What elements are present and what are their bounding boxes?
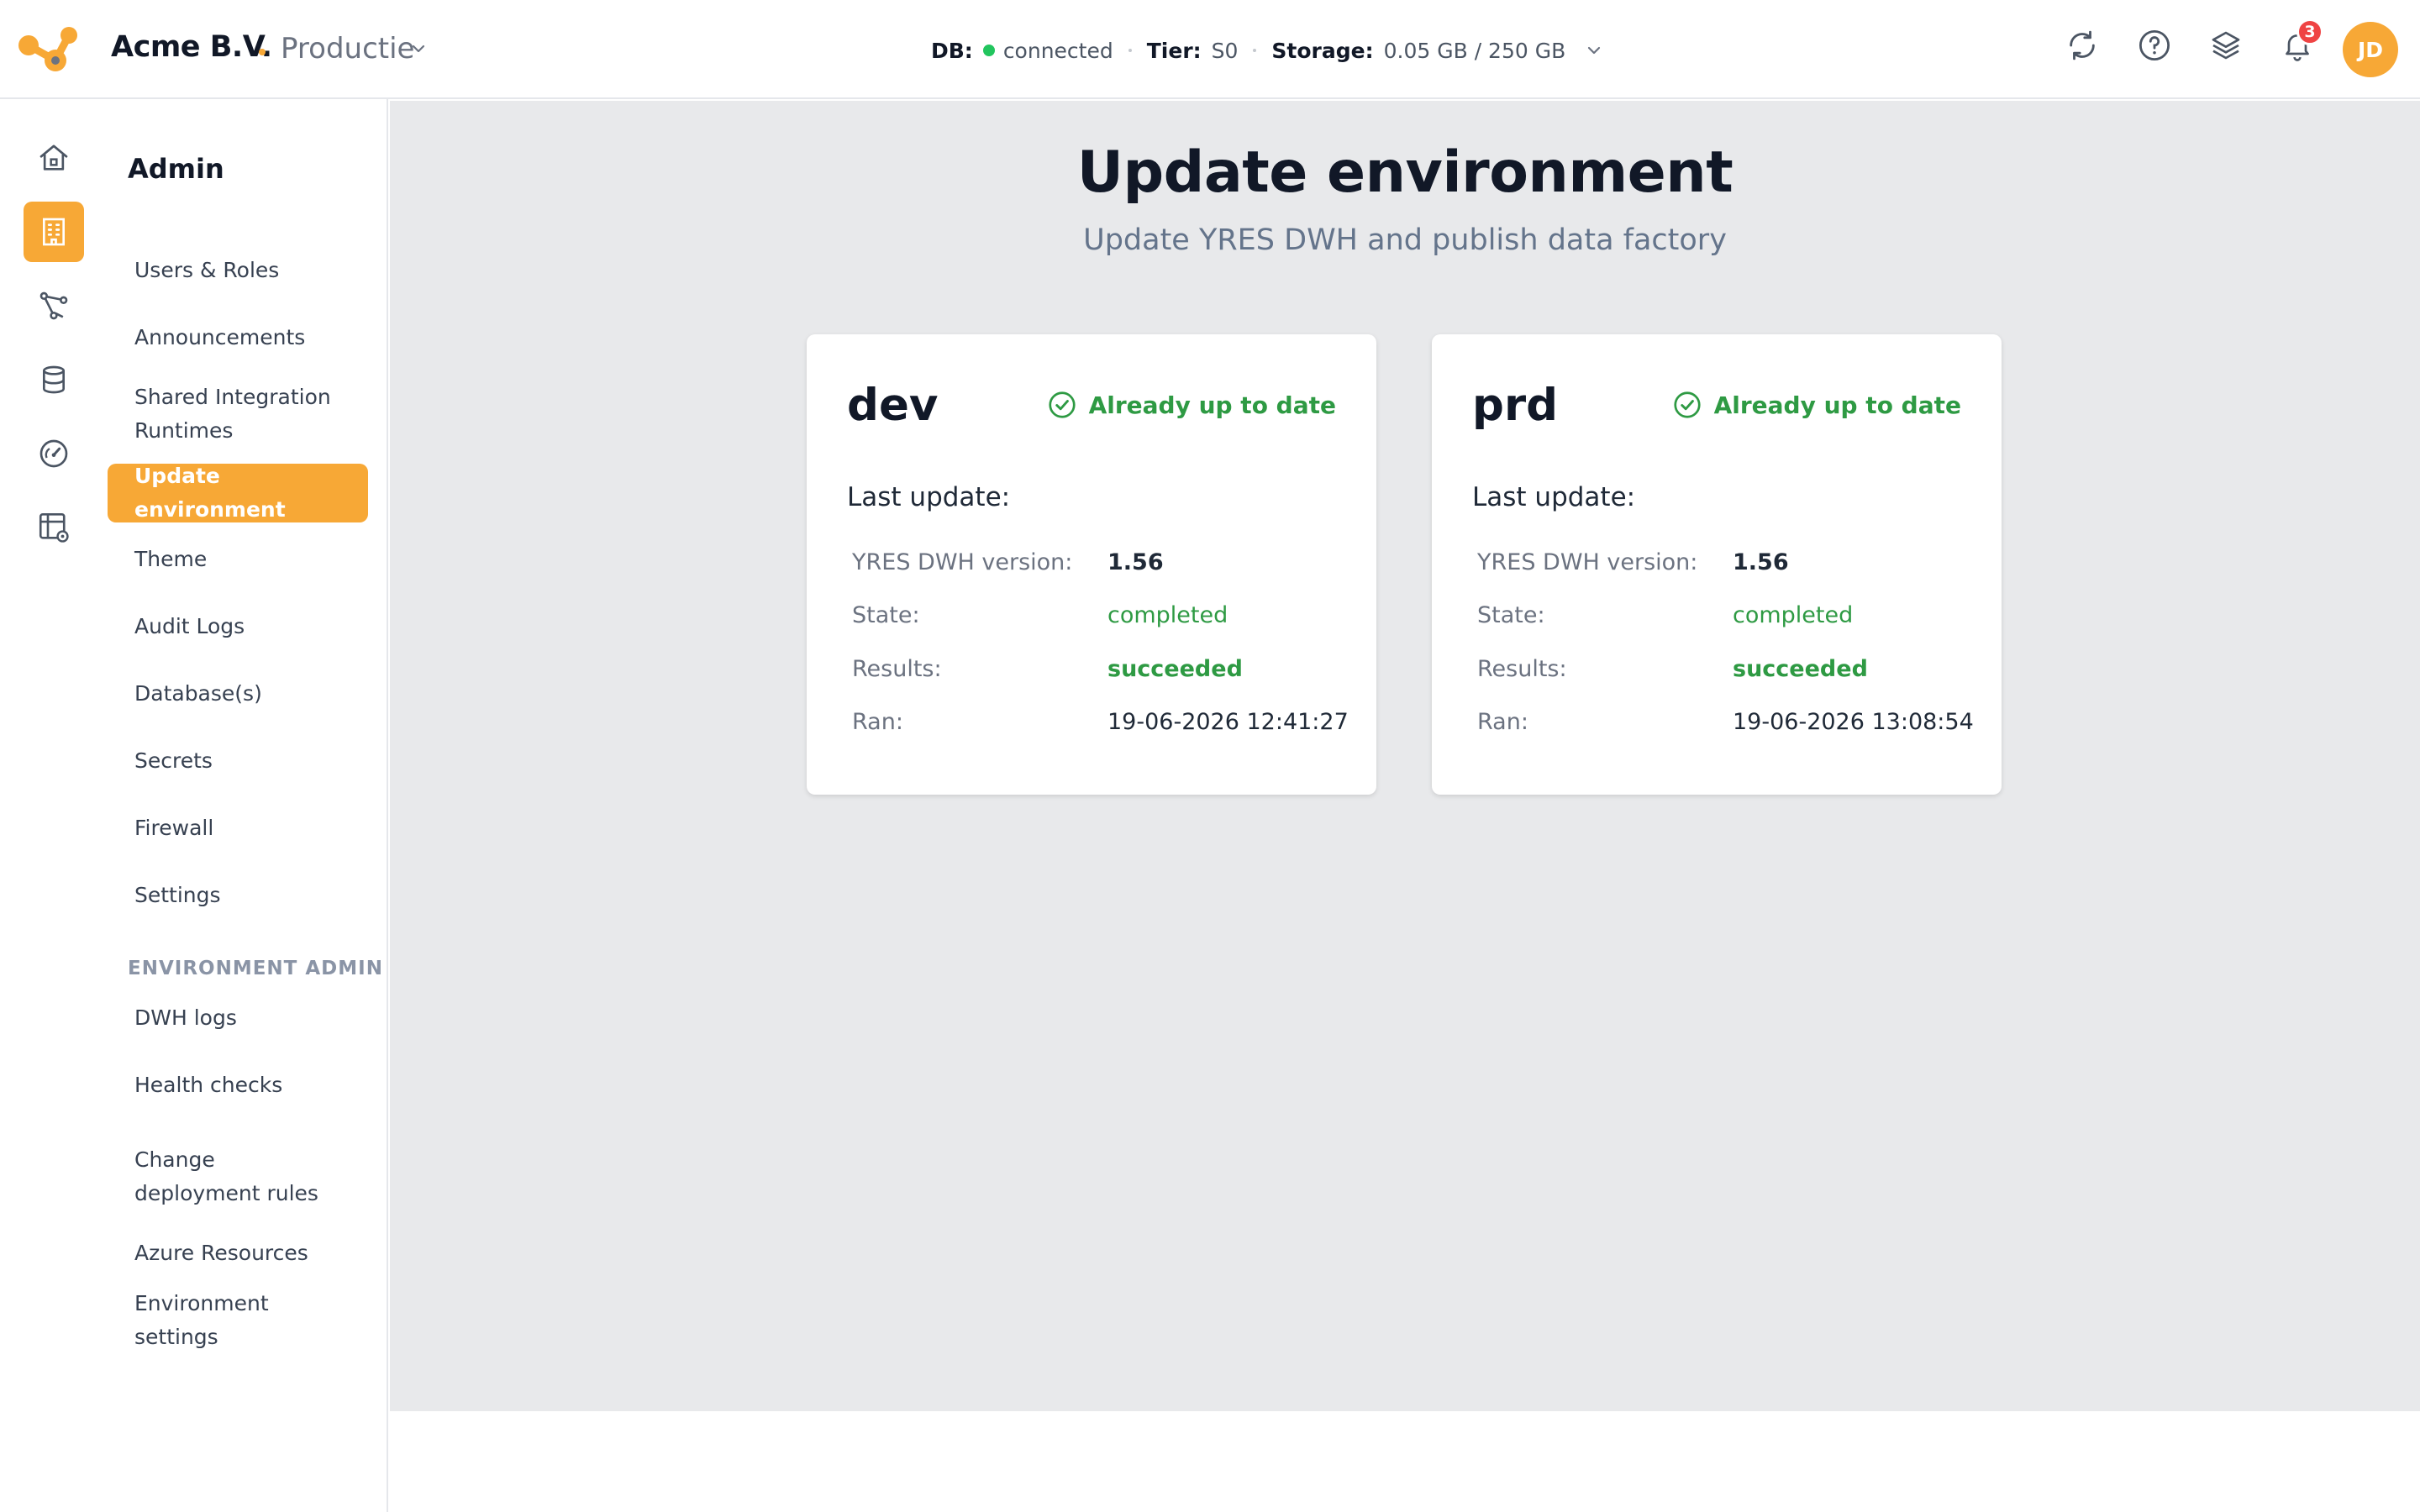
results-row: Results: succeeded bbox=[852, 656, 1356, 682]
results-value: succeeded bbox=[1107, 656, 1243, 682]
results-row: Results: succeeded bbox=[1477, 656, 1981, 682]
page-title: Update environment bbox=[1076, 139, 1733, 206]
sidebar-item-environment-settings[interactable]: Environment settings bbox=[108, 1291, 368, 1349]
ran-label: Ran: bbox=[1477, 709, 1528, 735]
building-icon bbox=[43, 218, 65, 246]
database-icon bbox=[43, 365, 65, 394]
icon-rail bbox=[0, 99, 108, 1512]
version-label: YRES DWH version: bbox=[852, 549, 1073, 575]
table-settings-icon bbox=[39, 512, 69, 543]
user-avatar[interactable]: JD bbox=[2343, 22, 2398, 77]
sidebar-item-firewall[interactable]: Firewall bbox=[108, 800, 368, 857]
sidebar-section-heading: ENVIRONMENT ADMIN bbox=[128, 958, 383, 979]
refresh-button[interactable] bbox=[2064, 27, 2101, 64]
rail-item-database[interactable] bbox=[24, 349, 84, 410]
update-status-text: Already up to date bbox=[1713, 391, 1961, 419]
results-value: succeeded bbox=[1733, 656, 1868, 682]
sidebar-item-audit-logs[interactable]: Audit Logs bbox=[108, 598, 368, 655]
version-value: 1.56 bbox=[1107, 549, 1164, 575]
rail-item-monitoring[interactable] bbox=[24, 423, 84, 484]
rail-item-pipelines[interactable] bbox=[24, 276, 84, 336]
separator-dot bbox=[1128, 49, 1132, 52]
db-label: DB: bbox=[931, 38, 973, 63]
environment-card-dev: dev Already up to date Last update: YRES… bbox=[807, 334, 1376, 795]
state-label: State: bbox=[852, 602, 920, 628]
state-row: State: completed bbox=[852, 602, 1356, 628]
help-button[interactable] bbox=[2136, 27, 2173, 64]
state-value: completed bbox=[1733, 602, 1854, 628]
version-row: YRES DWH version: 1.56 bbox=[1477, 549, 1981, 575]
tier-label: Tier: bbox=[1146, 38, 1202, 63]
gauge-icon bbox=[39, 439, 68, 468]
update-status-text: Already up to date bbox=[1088, 391, 1336, 419]
separator-dot bbox=[1253, 49, 1257, 52]
tier-value: S0 bbox=[1211, 38, 1239, 63]
sidebar-item-users-roles[interactable]: Users & Roles bbox=[108, 242, 368, 299]
update-status: Already up to date bbox=[1672, 390, 1961, 420]
help-icon bbox=[2139, 29, 2170, 61]
storage-label: Storage: bbox=[1271, 38, 1374, 63]
organization-name: Acme B.V. bbox=[111, 30, 272, 64]
home-icon bbox=[39, 144, 68, 171]
sidebar-item-shared-integration-runtimes[interactable]: Shared Integration Runtimes bbox=[108, 375, 368, 454]
version-row: YRES DWH version: 1.56 bbox=[852, 549, 1356, 575]
ran-value: 19-06-2026 13:08:54 bbox=[1733, 709, 1974, 735]
separator-dot bbox=[259, 49, 266, 55]
pipeline-icon bbox=[39, 291, 68, 320]
rail-item-home[interactable] bbox=[24, 128, 84, 188]
ran-row: Ran: 19-06-2026 13:08:54 bbox=[1477, 709, 1981, 735]
chevron-down-icon[interactable] bbox=[1584, 40, 1604, 60]
ran-value: 19-06-2026 12:41:27 bbox=[1107, 709, 1349, 735]
last-update-label: Last update: bbox=[847, 482, 1011, 512]
rail-item-table-settings[interactable] bbox=[24, 497, 84, 558]
check-circle-icon bbox=[1048, 391, 1076, 418]
ran-label: Ran: bbox=[852, 709, 903, 735]
footer-area bbox=[390, 1411, 2420, 1512]
sidebar-item-change-deployment-rules[interactable]: Change deployment rules bbox=[108, 1137, 368, 1216]
sidebar-item-update-environment[interactable]: Update environment bbox=[108, 464, 368, 522]
sidebar-item-azure-resources[interactable]: Azure Resources bbox=[108, 1225, 368, 1282]
sidebar-item-announcements[interactable]: Announcements bbox=[108, 309, 368, 366]
ran-row: Ran: 19-06-2026 12:41:27 bbox=[852, 709, 1356, 735]
rail-item-admin[interactable] bbox=[24, 202, 84, 262]
state-label: State: bbox=[1477, 602, 1545, 628]
refresh-icon bbox=[2070, 30, 2095, 60]
results-label: Results: bbox=[852, 656, 942, 682]
sidebar-item-dwh-logs[interactable]: DWH logs bbox=[108, 990, 368, 1047]
sidebar-item-settings[interactable]: Settings bbox=[108, 867, 368, 924]
environment-name: prd bbox=[1472, 380, 1559, 431]
main-content: Update environment Update YRES DWH and p… bbox=[390, 101, 2420, 1411]
check-circle-icon bbox=[1673, 391, 1701, 418]
update-status: Already up to date bbox=[1047, 390, 1336, 420]
environment-name: dev bbox=[847, 380, 939, 431]
version-value: 1.56 bbox=[1733, 549, 1789, 575]
sidebar-title: Admin bbox=[128, 153, 224, 185]
sidebar-item-databases[interactable]: Database(s) bbox=[108, 665, 368, 722]
top-bar: Acme B.V. Productie DB: connected Tier: … bbox=[0, 0, 2420, 99]
admin-sidebar: Admin Users & Roles Announcements Shared… bbox=[108, 99, 388, 1512]
results-label: Results: bbox=[1477, 656, 1567, 682]
state-row: State: completed bbox=[1477, 602, 1981, 628]
sidebar-item-theme[interactable]: Theme bbox=[108, 531, 368, 588]
connected-indicator-icon bbox=[982, 45, 995, 56]
connection-status-bar[interactable]: DB: connected Tier: S0 Storage: 0.05 GB … bbox=[931, 37, 1604, 64]
page-subtitle: Update YRES DWH and publish data factory bbox=[1083, 223, 1727, 257]
layers-icon bbox=[2212, 31, 2240, 60]
storage-value: 0.05 GB / 250 GB bbox=[1383, 38, 1566, 63]
sidebar-item-secrets[interactable]: Secrets bbox=[108, 732, 368, 790]
state-value: completed bbox=[1107, 602, 1228, 628]
sidebar-item-health-checks[interactable]: Health checks bbox=[108, 1057, 368, 1114]
version-label: YRES DWH version: bbox=[1477, 549, 1698, 575]
environment-selector[interactable]: Productie bbox=[281, 32, 414, 66]
db-status: connected bbox=[1002, 38, 1113, 63]
environment-card-prd: prd Already up to date Last update: YRES… bbox=[1432, 334, 2002, 795]
layers-button[interactable] bbox=[2207, 27, 2244, 64]
app-logo-icon[interactable] bbox=[17, 24, 81, 74]
last-update-label: Last update: bbox=[1472, 482, 1636, 512]
notification-badge: 3 bbox=[2296, 18, 2323, 45]
chevron-down-icon[interactable] bbox=[408, 39, 429, 59]
